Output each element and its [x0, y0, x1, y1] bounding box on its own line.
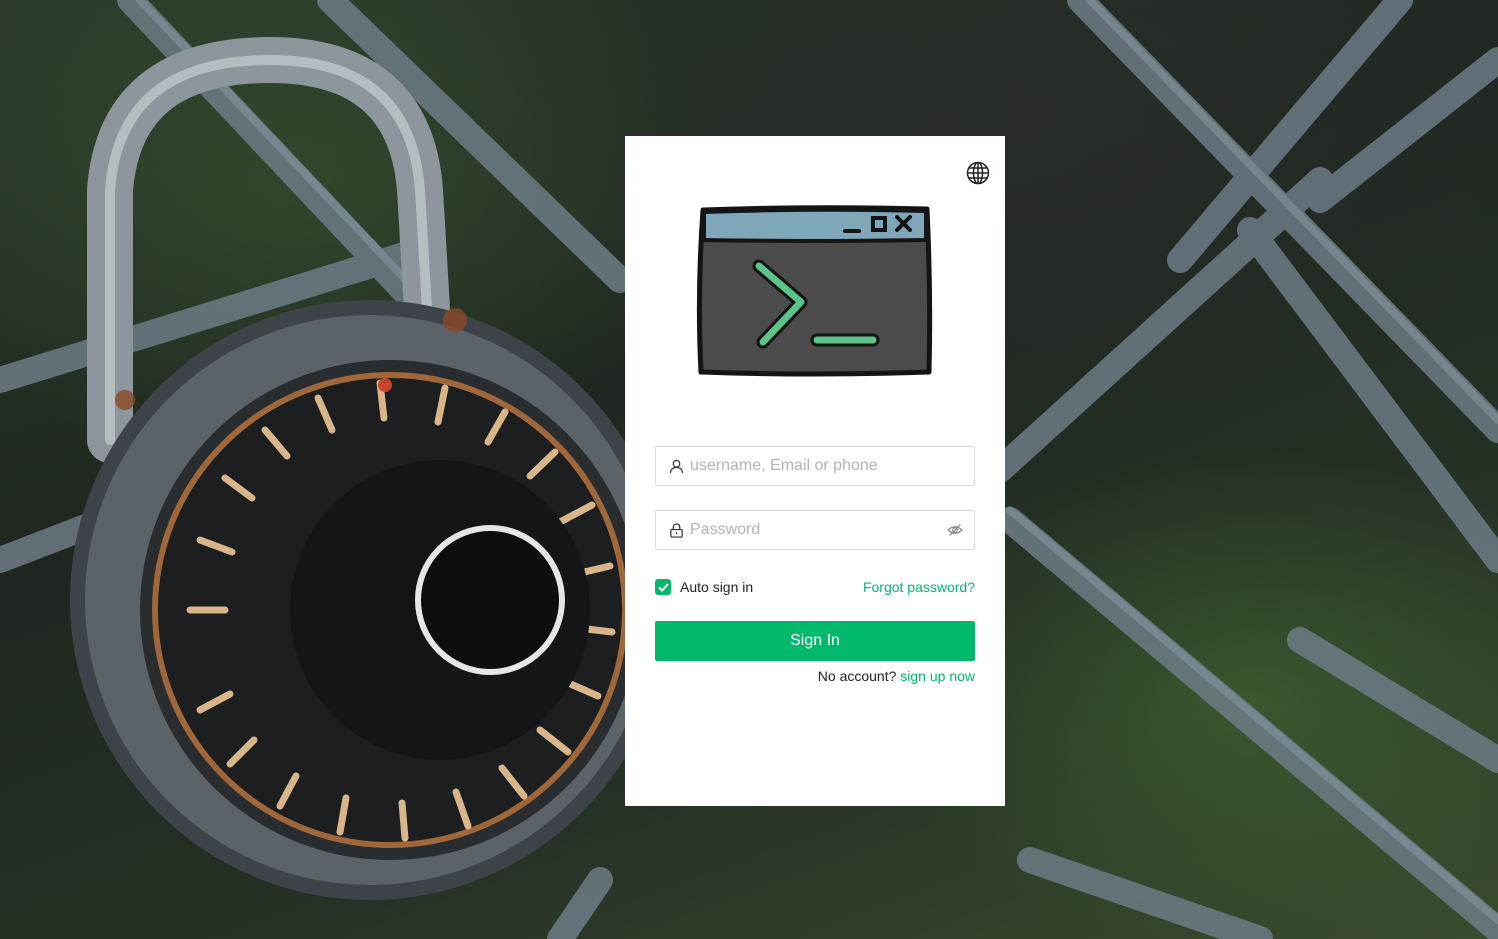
globe-icon [966, 161, 990, 185]
user-icon [668, 458, 684, 474]
login-card: Auto sign in Forgot password? Sign In No… [625, 136, 1005, 806]
auto-sign-in-checkbox[interactable]: Auto sign in [655, 579, 753, 595]
language-switcher[interactable] [965, 160, 991, 186]
sign-in-button[interactable]: Sign In [655, 621, 975, 661]
login-page: Auto sign in Forgot password? Sign In No… [0, 0, 1498, 939]
password-input[interactable] [690, 511, 946, 549]
signup-row: No account? sign up now [655, 668, 975, 684]
username-input[interactable] [690, 447, 964, 485]
username-field-wrapper [655, 446, 975, 486]
checkbox-checked-icon[interactable] [655, 579, 671, 595]
no-account-text: No account? [817, 668, 897, 684]
auto-sign-in-label: Auto sign in [680, 579, 754, 595]
options-row: Auto sign in Forgot password? [655, 576, 975, 598]
sign-up-link[interactable]: sign up now [900, 668, 975, 684]
lock-icon [668, 522, 684, 538]
eye-hidden-icon[interactable] [946, 521, 964, 539]
password-field-wrapper [655, 510, 975, 550]
forgot-password-link[interactable]: Forgot password? [863, 579, 975, 595]
terminal-window-icon [696, 205, 933, 377]
